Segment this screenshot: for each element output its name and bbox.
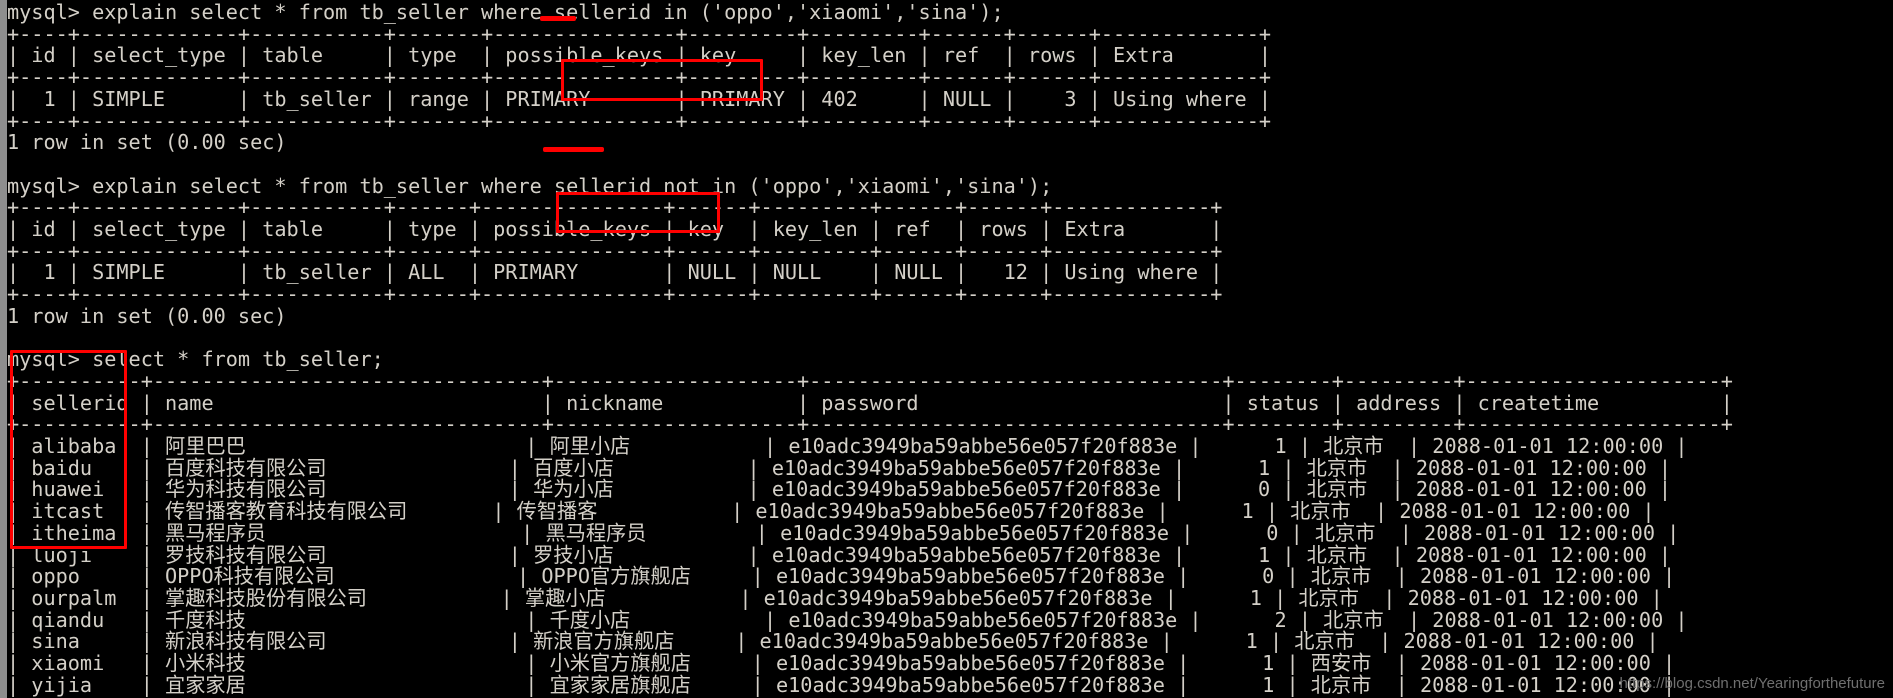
terminal-text: mysql> explain select * from tb_seller w… [7,0,1733,698]
mysql-terminal-window: mysql> explain select * from tb_seller w… [0,0,1893,698]
blog-watermark: https://blog.csdn.net/Yearingforthefutur… [1619,675,1885,692]
scrollbar-thumb[interactable] [0,0,7,698]
terminal-console-output[interactable]: mysql> explain select * from tb_seller w… [7,0,1893,698]
vertical-scrollbar[interactable] [0,0,7,698]
